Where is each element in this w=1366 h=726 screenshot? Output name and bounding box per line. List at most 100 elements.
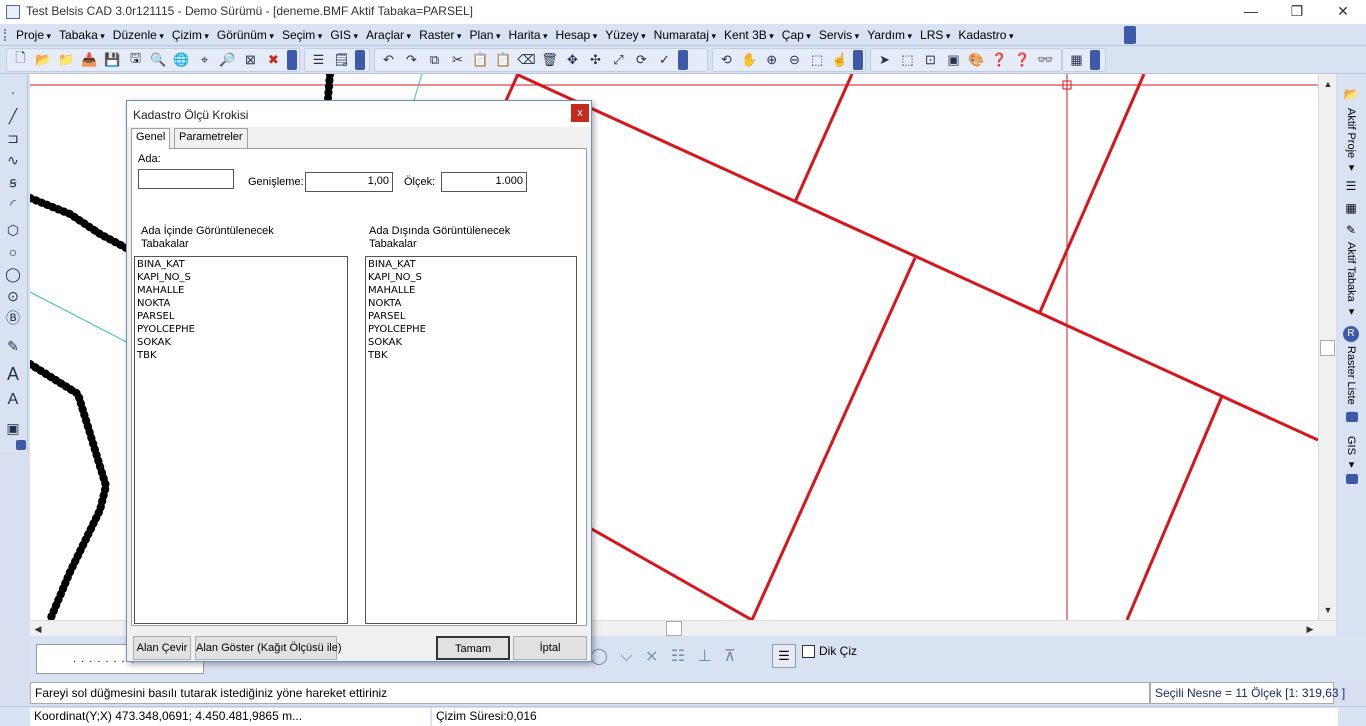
menu-secim[interactable]: Seçim — [280, 28, 328, 43]
cut-icon[interactable]: ✂ — [448, 50, 468, 70]
toolbar-end-layer[interactable] — [355, 50, 365, 70]
line-icon[interactable]: ╱ — [3, 106, 23, 126]
raster-liste-tab[interactable]: Raster Liste ▾ — [1345, 346, 1358, 421]
open-icon[interactable]: 📂 — [34, 50, 54, 70]
alan-cevir-button[interactable]: Alan Çevir — [133, 636, 191, 660]
text-icon[interactable]: A — [3, 390, 23, 410]
toolbar-end-view[interactable] — [853, 50, 863, 70]
help-icon[interactable]: ❓ — [990, 50, 1010, 70]
list-item[interactable]: NOKTA — [368, 297, 574, 310]
snap-cross-icon[interactable]: ⨯ — [645, 648, 662, 665]
panel-end-2[interactable] — [1346, 474, 1358, 484]
drawing-toolbar-end[interactable] — [16, 440, 26, 450]
menu-proje[interactable]: Proje — [14, 28, 57, 43]
aktif-tabaka-tab[interactable]: Aktif Tabaka ▾ — [1345, 242, 1358, 318]
polygon-icon[interactable]: ⬡ — [3, 220, 23, 240]
new-icon[interactable]: 🗋 — [11, 50, 31, 70]
zoom-pan-icon[interactable]: ☝ — [830, 50, 850, 70]
move-icon[interactable]: ✥ — [563, 50, 583, 70]
point-icon[interactable]: · — [3, 82, 23, 102]
genisleme-input[interactable]: 1,00 — [305, 172, 393, 192]
move-cross-icon[interactable]: ✣ — [586, 50, 606, 70]
select-arrow-icon[interactable]: ➤ — [875, 50, 895, 70]
aktif-proje-tab[interactable]: Aktif Proje ▾ — [1345, 108, 1358, 174]
circle-center-icon[interactable]: ⊙ — [3, 286, 23, 306]
minimize-button[interactable]: — — [1228, 0, 1274, 24]
select-cross-icon[interactable]: ⊡ — [921, 50, 941, 70]
menu-duzenle[interactable]: Düzenle — [111, 28, 170, 43]
list-item[interactable]: MAHALLE — [368, 284, 574, 297]
snap-circle-icon[interactable]: ◯ — [590, 648, 612, 665]
open-folder-icon[interactable]: 📁 — [57, 50, 77, 70]
binoculars-icon[interactable]: 👓 — [1036, 50, 1056, 70]
list-item[interactable]: PARSEL — [368, 310, 574, 323]
measure-icon[interactable]: ✎ — [3, 336, 23, 356]
menu-cap[interactable]: Çap — [780, 28, 817, 43]
redo-icon[interactable]: ↷ — [402, 50, 422, 70]
list-item[interactable]: SOKAK — [368, 336, 574, 349]
close-button[interactable]: ✕ — [1320, 0, 1366, 24]
ada-input[interactable] — [138, 169, 234, 189]
iptal-button[interactable]: İptal — [513, 636, 587, 660]
menu-plan[interactable]: Plan — [467, 28, 506, 43]
list-item[interactable]: MAHALLE — [137, 284, 345, 297]
list-item[interactable]: KAPI_NO_S — [137, 271, 345, 284]
rotate-icon[interactable]: ⟳ — [632, 50, 652, 70]
close-red-icon[interactable]: ✖ — [264, 50, 284, 70]
snap-lines-icon[interactable]: ☷ — [671, 648, 689, 665]
zoom-doc-icon[interactable]: 🔎 — [218, 50, 238, 70]
panel-end-1[interactable] — [1346, 412, 1358, 422]
menu-yardim[interactable]: Yardım — [865, 28, 918, 43]
spline-icon[interactable]: ∿ — [3, 150, 23, 170]
list-item[interactable]: PYOLCEPHE — [368, 323, 574, 336]
menu-kent3b[interactable]: Kent 3B — [722, 28, 780, 43]
menu-harita[interactable]: Harita — [507, 28, 554, 43]
menu-servis[interactable]: Servis — [817, 28, 865, 43]
gis-tab[interactable]: GIS ▾ — [1345, 436, 1358, 471]
grid-icon[interactable]: ▦ — [1067, 50, 1087, 70]
trim-icon[interactable]: ✓ — [655, 50, 675, 70]
tab-parametreler[interactable]: Parametreler — [174, 128, 248, 148]
list-item[interactable]: TBK — [368, 349, 574, 362]
copy-icon[interactable]: ⧉ — [425, 50, 445, 70]
pan-icon[interactable]: ✋ — [739, 50, 759, 70]
scale-icon[interactable]: ⤢ — [609, 50, 629, 70]
select-group-icon[interactable]: ▣ — [944, 50, 964, 70]
inside-layers-list[interactable]: BINA_KAT KAPI_NO_S MAHALLE NOKTA PARSEL … — [134, 256, 348, 624]
list-item[interactable]: PYOLCEPHE — [137, 323, 345, 336]
scroll-right-icon[interactable]: ▶ — [1302, 621, 1318, 637]
refresh-icon[interactable]: ⟲ — [717, 50, 737, 70]
list-item[interactable]: KAPI_NO_S — [368, 271, 574, 284]
outside-layers-list[interactable]: BINA_KAT KAPI_NO_S MAHALLE NOKTA PARSEL … — [365, 256, 577, 624]
import-icon[interactable]: 📥 — [80, 50, 100, 70]
select-color-icon[interactable]: 🎨 — [967, 50, 987, 70]
save-as-icon[interactable]: 🖫 — [126, 50, 146, 70]
target-icon[interactable]: ⌖ — [195, 50, 215, 70]
scroll-left-icon[interactable]: ◀ — [30, 621, 46, 637]
cancel-box-icon[interactable]: ⊠ — [241, 50, 261, 70]
menu-gorunum[interactable]: Görünüm — [215, 28, 280, 43]
olcek-input[interactable]: 1.000 — [441, 172, 527, 192]
dialog-close-button[interactable]: x — [571, 104, 589, 122]
toolbar-end-misc[interactable] — [1090, 50, 1100, 70]
arc-icon[interactable]: ◜ — [3, 194, 23, 214]
paste-icon[interactable]: 📋 — [471, 50, 491, 70]
snap-up-icon[interactable]: ⊼ — [724, 648, 740, 665]
toolbar-end-file[interactable] — [287, 50, 297, 70]
undo-icon[interactable]: ↶ — [379, 50, 399, 70]
menu-cizim[interactable]: Çizim — [170, 28, 215, 43]
circle-icon[interactable]: ○ — [3, 242, 23, 262]
menu-kadastro[interactable]: Kadastro — [956, 28, 1019, 43]
select-window-icon[interactable]: ⬚ — [898, 50, 918, 70]
polyline-icon[interactable]: ⊐ — [3, 128, 23, 148]
menu-customize-button[interactable] — [1124, 26, 1136, 44]
zoom-in-icon[interactable]: ⊕ — [762, 50, 782, 70]
vertical-scrollbar[interactable]: ▲ ▼ — [1318, 74, 1336, 620]
menu-lrs[interactable]: LRS — [918, 28, 956, 43]
menu-araclar[interactable]: Araçlar — [364, 28, 417, 43]
dik-ciz-option[interactable]: Dik Çiz — [802, 644, 857, 658]
list-item[interactable]: NOKTA — [137, 297, 345, 310]
menu-numarataj[interactable]: Numarataj — [652, 28, 722, 43]
vertical-scroll-thumb[interactable] — [1320, 340, 1335, 356]
help-red-icon[interactable]: ❓ — [1013, 50, 1033, 70]
